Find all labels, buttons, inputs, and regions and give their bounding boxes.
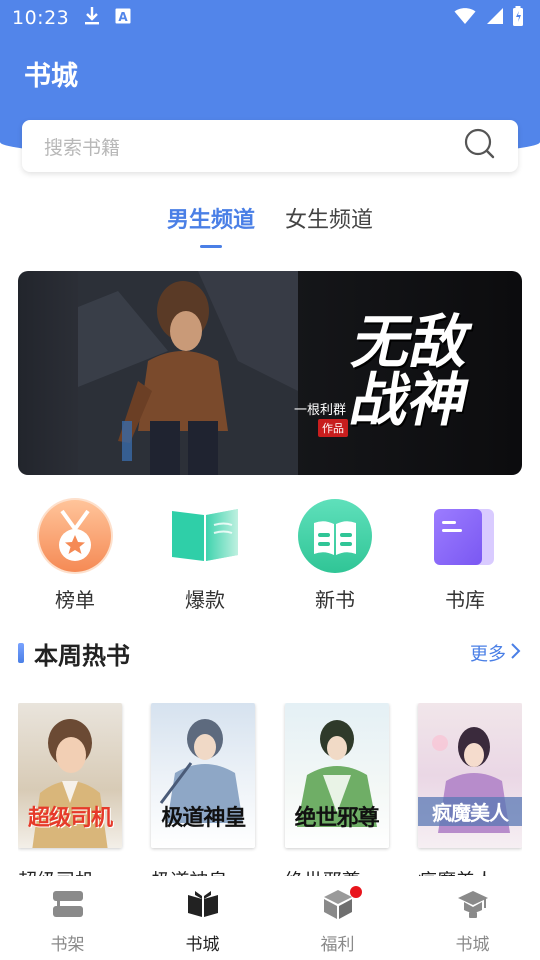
tab-bookshelf[interactable]: 书架 <box>0 876 135 960</box>
quick-label-new: 新书 <box>315 588 355 612</box>
svg-text:A: A <box>119 10 129 24</box>
tab-label: 福利 <box>320 935 355 955</box>
channel-tabs: 男生频道 女生频道 <box>0 200 540 252</box>
search-placeholder: 搜索书籍 <box>44 136 121 159</box>
status-time: 10:23 <box>12 7 70 29</box>
wifi-icon <box>454 7 476 29</box>
book-item[interactable]: 绝世邪尊 绝世邪尊 <box>284 703 389 893</box>
quick-label-library: 书库 <box>445 588 485 612</box>
tab-label: 书城 <box>185 935 220 955</box>
signal-icon <box>484 7 504 29</box>
book-item[interactable]: 疯魔美人 疯魔美人 <box>417 703 522 893</box>
book-cover-title: 超级司机 <box>27 805 113 832</box>
a-box-icon: A <box>115 8 131 28</box>
more-label: 更多 <box>470 644 506 665</box>
banner-character-art <box>78 271 298 475</box>
hot-books-header: 本周热书 更多 <box>0 632 540 674</box>
book-item[interactable]: 超级司机 超级司机 <box>18 703 122 893</box>
banner-author: 一根利群 <box>294 403 347 418</box>
tab-male-channel[interactable]: 男生频道 <box>167 200 255 248</box>
bottom-tab-bar: 书架 书城 福利 书城 <box>0 876 540 960</box>
more-link[interactable]: 更多 <box>470 640 522 666</box>
library-icon <box>425 496 505 576</box>
book-cover-title: 绝世邪尊 <box>294 805 380 832</box>
notification-badge <box>350 886 362 898</box>
battery-icon <box>512 6 524 30</box>
quick-label-ranking: 榜单 <box>55 588 95 612</box>
book-item[interactable]: 极道神皇 极道神皇 <box>151 703 256 893</box>
book-cover-title: 疯魔美人 <box>417 797 522 827</box>
quick-menu: 榜单 爆款 新书 书库 <box>0 496 540 616</box>
status-bar: 10:23 A <box>0 0 540 36</box>
tab-label: 书架 <box>50 935 85 955</box>
quick-item-hot[interactable]: 爆款 <box>150 496 260 616</box>
quick-item-ranking[interactable]: 榜单 <box>20 496 130 616</box>
book-cover: 超级司机 <box>18 703 122 849</box>
chevron-right-icon <box>510 642 522 665</box>
search-input[interactable]: 搜索书籍 <box>22 120 518 172</box>
quick-item-library[interactable]: 书库 <box>410 496 520 616</box>
quick-label-hot: 爆款 <box>185 588 225 612</box>
tab-label: 书城 <box>455 935 490 955</box>
bookshelf-icon <box>50 886 86 922</box>
tab-book-city-2[interactable]: 书城 <box>405 876 540 960</box>
book-cover-title: 极道神皇 <box>161 805 246 832</box>
quick-item-new[interactable]: 新书 <box>280 496 390 616</box>
banner-author-tag: 作品 <box>318 419 348 437</box>
tab-welfare[interactable]: 福利 <box>270 876 405 960</box>
book-cover: 绝世邪尊 <box>284 703 389 849</box>
tab-book-city[interactable]: 书城 <box>135 876 270 960</box>
section-title: 本周热书 <box>34 641 130 670</box>
open-book-icon <box>165 496 245 576</box>
book-city-icon <box>185 886 221 922</box>
book-list: 超级司机 超级司机 极道神皇 极道神皇 绝世邪尊 绝世邪尊 <box>18 703 522 893</box>
section-accent-bar <box>18 643 24 663</box>
page-title: 书城 <box>24 61 78 92</box>
banner-title: 无敌 战神 <box>336 308 487 434</box>
download-icon <box>83 6 101 30</box>
tab-female-channel[interactable]: 女生频道 <box>285 200 373 244</box>
medal-icon <box>35 496 115 576</box>
book-cover: 疯魔美人 <box>417 703 522 849</box>
new-book-icon <box>295 496 375 576</box>
search-icon[interactable] <box>464 128 496 164</box>
promo-banner[interactable]: 无敌 战神 一根利群 作品 <box>18 271 522 475</box>
banner-title-line2: 战神 <box>344 366 476 434</box>
graduation-icon <box>455 886 491 922</box>
book-cover: 极道神皇 <box>151 703 256 849</box>
